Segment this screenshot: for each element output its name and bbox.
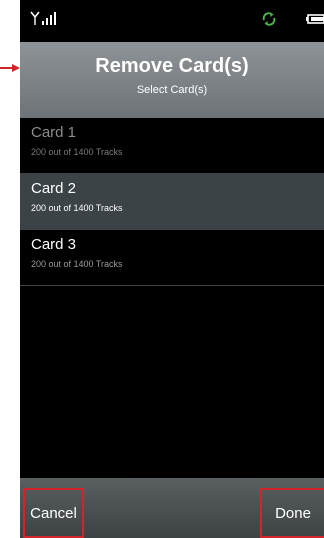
phone-screen: Remove Card(s) Select Card(s) Card 1 200… — [20, 0, 324, 538]
cancel-button[interactable]: Cancel — [23, 488, 84, 538]
status-bar — [20, 0, 324, 42]
footer-bar: Cancel Done — [20, 478, 324, 538]
card-name: Card 1 — [31, 124, 77, 141]
annotation-arrow — [0, 64, 20, 72]
card-item-2[interactable]: Card 2 200 out of 1400 Tracks — [20, 174, 324, 230]
battery-icon — [306, 14, 324, 24]
page-header: Remove Card(s) Select Card(s) — [20, 42, 324, 118]
page-title: Remove Card(s) — [95, 55, 249, 77]
card-tracks: 200 out of 1400 Tracks — [31, 147, 123, 157]
card-name: Card 3 — [31, 236, 77, 253]
card-tracks: 200 out of 1400 Tracks — [31, 203, 123, 213]
card-name: Card 2 — [31, 180, 77, 197]
sync-icon — [262, 12, 276, 26]
signal-icon — [30, 11, 56, 25]
card-item-3[interactable]: Card 3 200 out of 1400 Tracks — [20, 230, 324, 286]
page-subtitle: Select Card(s) — [136, 84, 208, 96]
done-button[interactable]: Done — [260, 488, 324, 538]
card-tracks: 200 out of 1400 Tracks — [31, 259, 123, 269]
card-item-1[interactable]: Card 1 200 out of 1400 Tracks — [20, 118, 324, 174]
card-list: Card 1 200 out of 1400 Tracks Card 2 200… — [20, 118, 324, 286]
